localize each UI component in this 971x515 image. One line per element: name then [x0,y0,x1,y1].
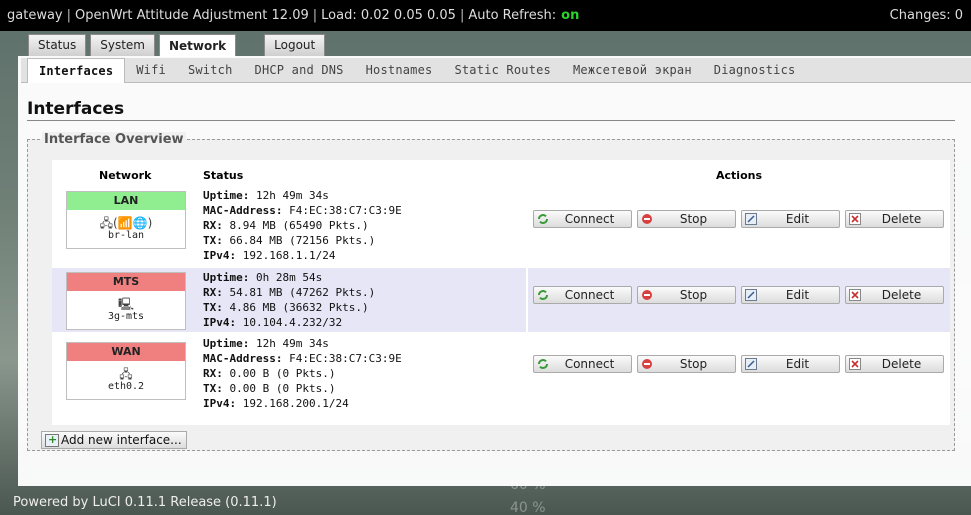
hostname: gateway [7,8,63,23]
interface-name: MTS [67,273,185,291]
subtab-interfaces[interactable]: Interfaces [27,57,126,83]
interface-status: Uptime: 12h 49m 34s MAC-Address: F4:EC:3… [203,337,402,410]
stop-button[interactable]: Stop [637,355,736,373]
subtab-wifi[interactable]: Wifi [125,58,177,83]
tab-logout[interactable]: Logout [264,34,326,56]
edit-icon [745,358,757,370]
main-tabs: Status System Network Logout [28,34,329,57]
auto-refresh-toggle[interactable]: on [561,8,579,23]
interface-badge-wan: WAN 🖧 eth0.2 [66,342,186,400]
page-title: Interfaces [27,99,125,119]
stop-icon [642,359,652,369]
auto-refresh-label: Auto Refresh: [468,8,557,23]
edit-icon [745,213,757,225]
reload-icon [538,359,548,369]
delete-button[interactable]: Delete [845,286,944,304]
subtab-hostnames[interactable]: Hostnames [355,58,444,83]
subtab-diagnostics[interactable]: Diagnostics [703,58,807,83]
subtab-switch[interactable]: Switch [177,58,244,83]
interface-name: LAN [67,192,185,210]
reload-icon [538,214,548,224]
add-icon [45,432,59,448]
modem-icon: 🖳 [117,297,134,311]
table-row: WAN 🖧 eth0.2 Uptime: 12h 49m 34s MAC-Add… [52,334,950,416]
stop-icon [642,290,652,300]
column-header-status: Status [203,169,244,182]
fieldset-legend: Interface Overview [42,132,186,147]
interface-overview-fieldset: Interface Overview Network Status Action… [27,132,955,451]
content-panel: Interfaces Wifi Switch DHCP and DNS Host… [18,56,971,486]
changes-counter[interactable]: Changes: 0 [890,8,963,23]
sub-tabs: Interfaces Wifi Switch DHCP and DNS Host… [21,57,971,83]
tab-network[interactable]: Network [159,34,237,57]
connect-button[interactable]: Connect [533,355,632,373]
edit-button[interactable]: Edit [741,286,840,304]
stop-button[interactable]: Stop [637,210,736,228]
stop-button[interactable]: Stop [637,286,736,304]
tab-status[interactable]: Status [28,34,87,56]
column-header-network: Network [99,169,152,182]
top-header-bar: gateway | OpenWrt Attitude Adjustment 12… [0,0,971,31]
delete-button[interactable]: Delete [845,355,944,373]
footer-powered-by: Powered by LuCI 0.11.1 Release (0.11.1) [13,495,277,510]
load-average: Load: 0.02 0.05 0.05 [321,8,456,23]
background-percent-label: 40 % [510,500,546,515]
interface-name: WAN [67,343,185,361]
delete-icon [849,289,861,301]
subtab-static-routes[interactable]: Static Routes [443,58,562,83]
connect-button[interactable]: Connect [533,286,632,304]
interface-status: Uptime: 0h 28m 54s RX: 54.81 MB (47262 P… [203,271,376,329]
stop-icon [642,214,652,224]
interface-table: Network Status Actions LAN 🖧(📶🌐) br-lan … [52,160,950,425]
subtab-dhcp-dns[interactable]: DHCP and DNS [244,58,355,83]
reload-icon [538,290,548,300]
delete-icon [849,213,861,225]
edit-button[interactable]: Edit [741,210,840,228]
column-header-actions: Actions [716,169,762,182]
edit-button[interactable]: Edit [741,355,840,373]
delete-icon [849,358,861,370]
table-row: LAN 🖧(📶🌐) br-lan Uptime: 12h 49m 34s MAC… [52,187,950,266]
interface-device: br-lan [107,230,145,241]
tab-system[interactable]: System [90,34,155,56]
title-divider [27,120,955,121]
interface-device: 3g-mts [107,311,145,322]
interface-status: Uptime: 12h 49m 34s MAC-Address: F4:EC:3… [203,189,402,262]
interface-badge-mts: MTS 🖳 3g-mts [66,272,186,330]
subtab-firewall[interactable]: Межсетевой экран [562,58,703,83]
connect-button[interactable]: Connect [533,210,632,228]
table-row: MTS 🖳 3g-mts Uptime: 0h 28m 54s RX: 54.8… [52,268,950,332]
firmware-version: OpenWrt Attitude Adjustment 12.09 [75,8,309,23]
add-interface-button[interactable]: Add new interface... [41,431,187,449]
interface-badge-lan: LAN 🖧(📶🌐) br-lan [66,191,186,249]
delete-button[interactable]: Delete [845,210,944,228]
background-percent-label: 60 % [510,477,546,493]
interface-device: eth0.2 [107,381,145,392]
bridge-network-icon: 🖧(📶🌐) [99,216,153,230]
edit-icon [745,289,757,301]
ethernet-icon: 🖧 [119,367,133,381]
